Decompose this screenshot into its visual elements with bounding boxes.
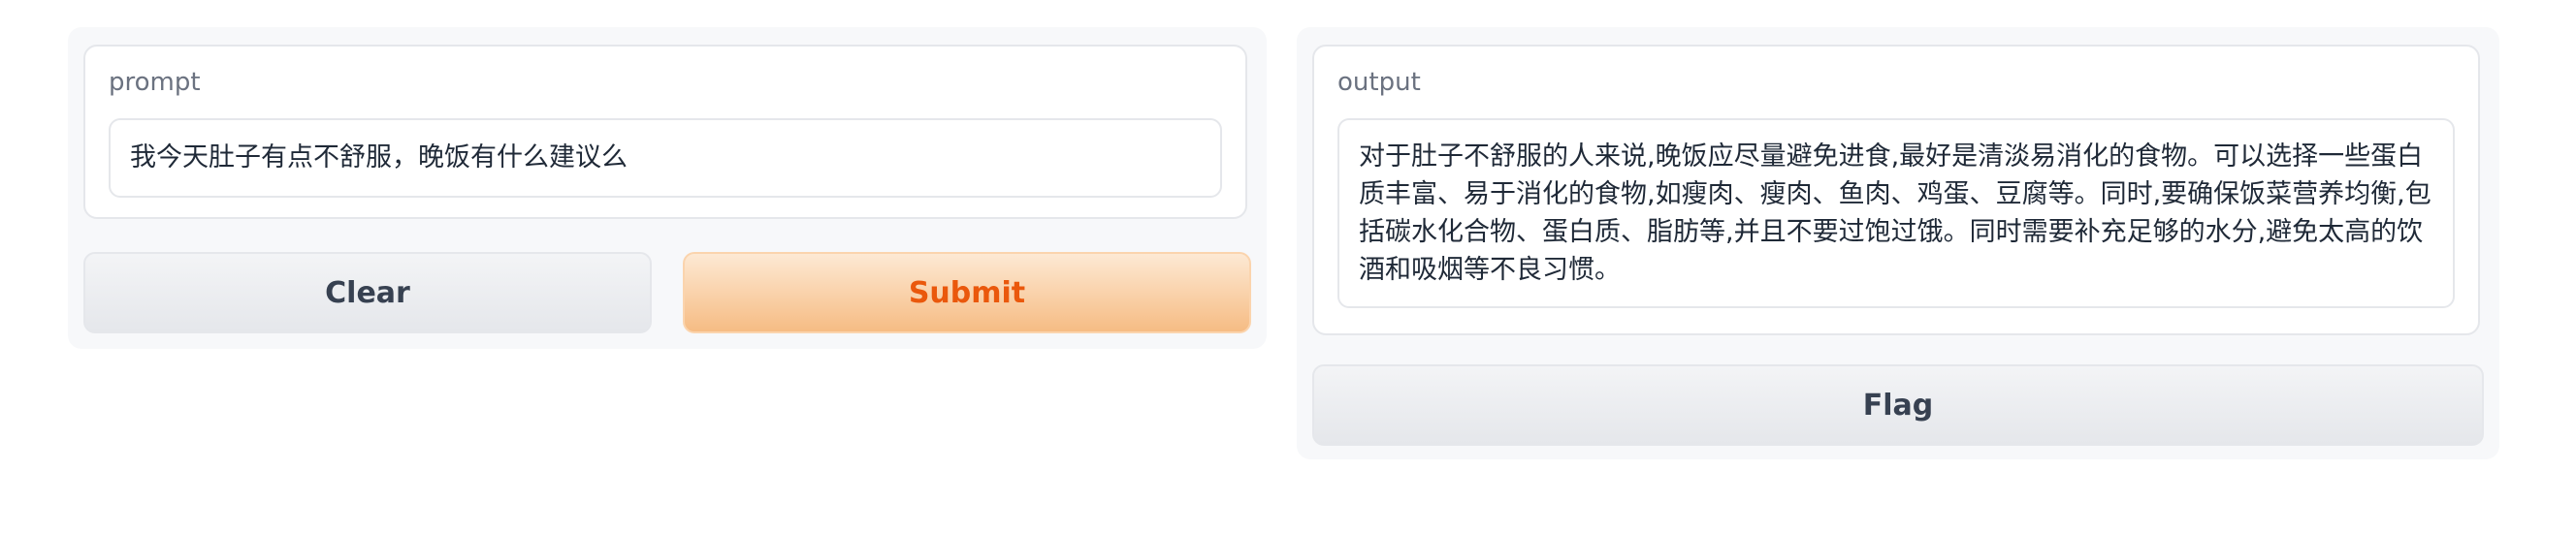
output-label: output <box>1337 68 1421 97</box>
output-panel: output 对于肚子不舒服的人来说,晚饭应尽量避免进食,最好是清淡易消化的食物… <box>1297 27 2499 459</box>
prompt-label: prompt <box>109 68 201 97</box>
prompt-input[interactable]: 我今天肚子有点不舒服，晚饭有什么建议么 <box>109 118 1222 198</box>
flag-button[interactable]: Flag <box>1312 364 2484 446</box>
output-textbox[interactable]: 对于肚子不舒服的人来说,晚饭应尽量避免进食,最好是清淡易消化的食物。可以选择一些… <box>1337 118 2455 308</box>
submit-button[interactable]: Submit <box>683 252 1251 333</box>
input-panel: prompt 我今天肚子有点不舒服，晚饭有什么建议么 Clear Submit <box>68 27 1267 349</box>
output-block: output 对于肚子不舒服的人来说,晚饭应尽量避免进食,最好是清淡易消化的食物… <box>1312 45 2480 335</box>
clear-button[interactable]: Clear <box>83 252 652 333</box>
prompt-block: prompt 我今天肚子有点不舒服，晚饭有什么建议么 <box>83 45 1247 219</box>
